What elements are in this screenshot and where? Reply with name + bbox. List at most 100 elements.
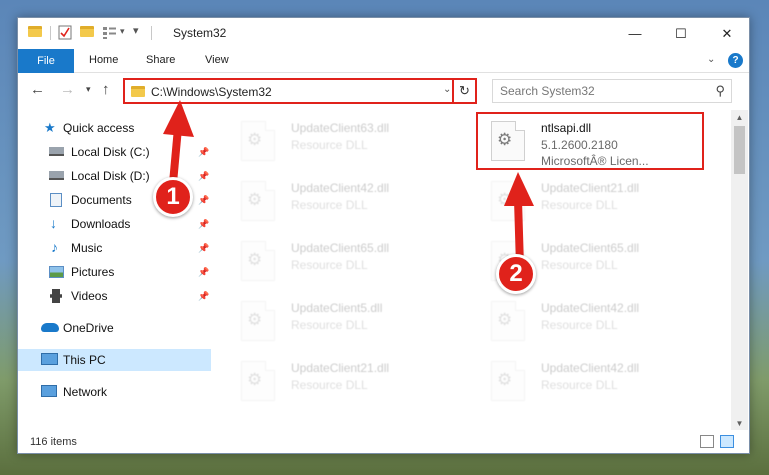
sidebar-item-label: This PC <box>63 353 106 367</box>
documents-icon <box>50 193 62 207</box>
search-input[interactable]: Search System32 ⚲ <box>492 79 732 103</box>
scroll-up-icon[interactable]: ▲ <box>731 110 748 124</box>
file-name: UpdateClient65.dll <box>541 241 640 255</box>
file-type: Resource DLL <box>291 138 368 152</box>
sidebar-item-label: Videos <box>71 289 108 303</box>
music-icon: ♪ <box>51 239 58 255</box>
gear-icon: ⚙ <box>247 250 263 269</box>
sidebar-item-network[interactable]: Network <box>18 381 211 403</box>
sidebar-item-videos[interactable]: Videos 📌 <box>18 285 211 307</box>
refresh-icon: ↻ <box>459 83 470 98</box>
pin-icon: 📌 <box>198 290 210 301</box>
pictures-icon <box>49 266 64 278</box>
scrollbar-thumb[interactable] <box>734 126 745 174</box>
search-placeholder: Search System32 <box>500 84 595 98</box>
file-type: Resource DLL <box>291 378 368 392</box>
expand-ribbon-icon[interactable]: ⌄ <box>707 54 715 65</box>
downloads-icon: ↓ <box>50 215 57 231</box>
explorer-window: ▾ ▾ System32 — ☐ ✕ File Home Share View … <box>17 17 750 454</box>
folder-icon <box>131 86 145 97</box>
status-bar: 116 items <box>18 430 749 453</box>
sidebar-item-label: Local Disk (D:) <box>71 169 150 183</box>
properties-icon[interactable] <box>58 25 72 40</box>
maximize-icon: ☐ <box>675 25 687 41</box>
tab-view[interactable]: View <box>205 54 229 66</box>
chevron-down-icon[interactable]: ⌄ <box>443 84 451 95</box>
sidebar-item-this-pc[interactable]: This PC <box>18 349 211 371</box>
file-item[interactable]: ⚙ UpdateClient42.dll Resource DLL <box>479 354 719 410</box>
file-item[interactable]: ⚙ UpdateClient5.dll Resource DLL <box>229 294 469 350</box>
sidebar-item-downloads[interactable]: ↓ Downloads 📌 <box>18 213 211 235</box>
tab-file[interactable]: File <box>18 49 74 73</box>
scroll-down-icon[interactable]: ▼ <box>731 416 748 430</box>
file-type: Resource DLL <box>541 378 618 392</box>
details-view-icon[interactable] <box>700 435 714 448</box>
chevron-down-icon[interactable]: ▾ <box>120 26 125 37</box>
gear-icon: ⚙ <box>247 370 263 389</box>
file-name: UpdateClient5.dll <box>291 301 383 315</box>
close-icon: ✕ <box>721 25 733 41</box>
cloud-icon <box>41 323 59 332</box>
file-name: UpdateClient65.dll <box>291 241 390 255</box>
sidebar-item-label: Documents <box>71 193 132 207</box>
minimize-icon: — <box>628 26 642 41</box>
gear-icon: ⚙ <box>247 190 263 209</box>
minimize-button[interactable]: — <box>612 18 658 49</box>
vertical-scrollbar[interactable]: ▲ ▼ <box>731 110 748 430</box>
file-item[interactable]: ⚙ UpdateClient42.dll Resource DLL <box>229 174 469 230</box>
tab-home[interactable]: Home <box>89 54 118 66</box>
sidebar-item-label: Downloads <box>71 217 131 231</box>
sidebar-item-music[interactable]: ♪ Music 📌 <box>18 237 211 259</box>
file-name: UpdateClient21.dll <box>291 361 390 375</box>
new-folder-icon[interactable] <box>80 26 94 37</box>
pin-icon: 📌 <box>198 266 210 277</box>
up-arrow-icon[interactable]: ↑ <box>102 81 110 98</box>
back-arrow-icon[interactable]: ← <box>30 81 45 98</box>
folder-icon <box>28 26 42 37</box>
drive-icon <box>49 171 64 180</box>
forward-arrow-icon[interactable]: → <box>60 81 75 98</box>
pin-icon: 📌 <box>198 218 210 229</box>
customize-toolbar-icon[interactable]: ▾ <box>133 24 139 37</box>
file-item[interactable]: ⚙ UpdateClient42.dll Resource DLL <box>479 294 719 350</box>
recent-locations-icon[interactable]: ▾ <box>86 84 91 95</box>
title-bar: ▾ ▾ System32 — ☐ ✕ <box>18 18 749 49</box>
computer-icon <box>41 353 58 365</box>
item-count: 116 items <box>30 436 77 448</box>
help-icon[interactable]: ? <box>728 53 743 68</box>
pin-icon: 📌 <box>198 242 210 253</box>
address-path[interactable]: C:\Windows\System32 <box>151 85 272 99</box>
sidebar-item-onedrive[interactable]: OneDrive <box>18 317 211 339</box>
customize-view-icon[interactable] <box>102 25 118 40</box>
close-button[interactable]: ✕ <box>704 18 749 49</box>
file-item[interactable]: ⚙ UpdateClient63.dll Resource DLL <box>229 114 469 170</box>
tab-share[interactable]: Share <box>146 54 175 66</box>
toolbar-divider <box>50 26 51 40</box>
step-badge-2: 2 <box>496 254 536 294</box>
gear-icon: ⚙ <box>247 310 263 329</box>
videos-icon <box>50 289 62 303</box>
star-icon: ★ <box>44 120 56 135</box>
file-name: UpdateClient63.dll <box>291 121 390 135</box>
window-title: System32 <box>173 26 227 40</box>
sidebar-item-label: Quick access <box>63 121 135 135</box>
file-name: UpdateClient21.dll <box>541 181 640 195</box>
file-highlight-box <box>476 112 704 170</box>
file-item[interactable]: ⚙ UpdateClient21.dll Resource DLL <box>229 354 469 410</box>
address-row: ← → ▾ ↑ C:\Windows\System32 ⌄ ↻ Search S… <box>18 75 749 107</box>
refresh-button[interactable]: ↻ <box>452 78 477 104</box>
file-item[interactable]: ⚙ UpdateClient65.dll Resource DLL <box>229 234 469 290</box>
gear-icon: ⚙ <box>497 310 513 329</box>
sidebar-item-label: Local Disk (C:) <box>71 145 150 159</box>
tiles-view-icon[interactable] <box>720 435 734 448</box>
search-icon: ⚲ <box>715 83 725 98</box>
sidebar-item-label: OneDrive <box>63 321 114 335</box>
maximize-button[interactable]: ☐ <box>658 18 704 49</box>
title-divider <box>151 26 152 40</box>
file-type: Resource DLL <box>541 318 618 332</box>
drive-icon <box>49 147 64 156</box>
sidebar-item-pictures[interactable]: Pictures 📌 <box>18 261 211 283</box>
file-name: UpdateClient42.dll <box>291 181 390 195</box>
file-list: ⚙ UpdateClient63.dll Resource DLL ⚙ ntls… <box>223 110 730 430</box>
gear-icon: ⚙ <box>247 130 263 149</box>
